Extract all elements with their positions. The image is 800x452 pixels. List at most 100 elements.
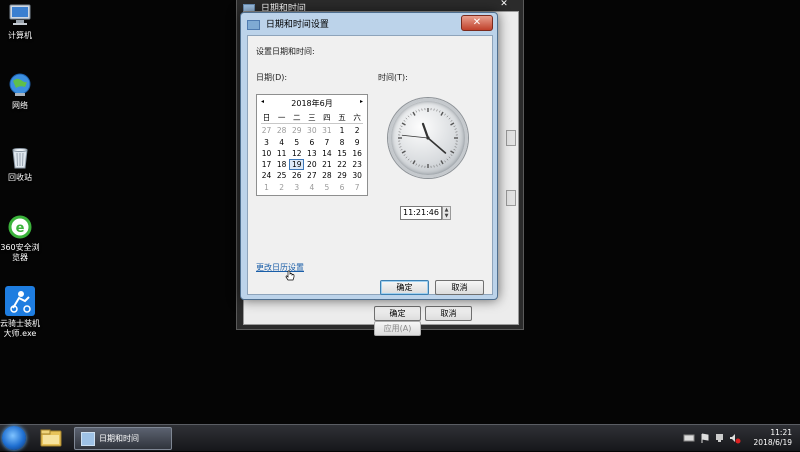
- calendar-day[interactable]: 9: [350, 137, 365, 148]
- calendar-day[interactable]: 11: [274, 148, 289, 159]
- cancel-button[interactable]: 取消: [425, 306, 472, 321]
- calendar-day[interactable]: 7: [319, 137, 334, 148]
- calendar-day[interactable]: 10: [259, 148, 274, 159]
- calendar-day[interactable]: 31: [319, 125, 334, 136]
- weekday-header: 二: [289, 112, 304, 123]
- network-icon[interactable]: [716, 434, 723, 442]
- calendar-day[interactable]: 30: [350, 170, 365, 181]
- calendar-day[interactable]: 23: [350, 159, 365, 170]
- analog-clock: [388, 98, 468, 178]
- clock-minute-tick: [404, 120, 406, 121]
- volume-muted-icon[interactable]: [730, 434, 741, 444]
- desktop-icon-yunqishi[interactable]: 云骑士装机大师.exe: [0, 286, 40, 339]
- calendar-day[interactable]: 4: [304, 182, 319, 193]
- calendar-day[interactable]: 25: [274, 170, 289, 181]
- window-button-bar: 确定取消应用(A): [374, 306, 518, 336]
- desktop-icon-network[interactable]: 网络: [0, 72, 40, 111]
- change-calendar-settings-link[interactable]: 更改日历设置: [256, 262, 304, 273]
- calendar-day[interactable]: 6: [334, 182, 349, 193]
- desktop-icon-360-browser[interactable]: e 360安全浏览器: [0, 214, 40, 263]
- calendar-day[interactable]: 29: [334, 170, 349, 181]
- taskbar-item-date-time[interactable]: 日期和时间: [74, 427, 172, 450]
- calendar-day[interactable]: 20: [304, 159, 319, 170]
- clock-minute-tick: [410, 161, 411, 163]
- date-time-app-icon: [81, 432, 95, 446]
- calendar-day[interactable]: 2: [274, 182, 289, 193]
- calendar-day[interactable]: 2: [350, 125, 365, 136]
- calendar-day[interactable]: 21: [319, 159, 334, 170]
- tray-clock[interactable]: 11:21 2018/6/19: [754, 428, 792, 448]
- calendar-day[interactable]: 4: [274, 137, 289, 148]
- weekday-header: 六: [350, 112, 365, 123]
- ok-button[interactable]: 确定: [380, 280, 429, 295]
- calendar-divider: [261, 123, 363, 124]
- time-input[interactable]: 11:21:46: [400, 206, 442, 220]
- start-orb-icon[interactable]: [2, 426, 26, 450]
- calendar-day[interactable]: 27: [259, 125, 274, 136]
- calendar-day[interactable]: 3: [289, 182, 304, 193]
- calendar-day[interactable]: 17: [259, 159, 274, 170]
- clock-minute-tick: [399, 147, 401, 148]
- calendar-day[interactable]: 30: [304, 125, 319, 136]
- calendar-day[interactable]: 28: [319, 170, 334, 181]
- calendar-day[interactable]: 1: [334, 125, 349, 136]
- spin-down-icon[interactable]: ▼: [443, 213, 450, 219]
- change-timezone-button-partial[interactable]: [506, 190, 516, 206]
- calendar-month-title[interactable]: 2018年6月: [257, 98, 367, 109]
- flag-icon[interactable]: [702, 434, 708, 443]
- date-time-settings-dialog: 日期和时间设置 ✕ 设置日期和时间: 日期(D): 时间(T): ◂ 2018年…: [240, 12, 498, 300]
- calendar: ◂ 2018年6月 ▸ 日一二三四五六272829303112345678910…: [256, 94, 368, 196]
- calendar-day[interactable]: 28: [274, 125, 289, 136]
- clock-minute-tick: [449, 157, 450, 158]
- clock-minute-tick: [416, 111, 417, 113]
- calendar-day[interactable]: 26: [289, 170, 304, 181]
- calendar-day[interactable]: 29: [289, 125, 304, 136]
- calendar-week-row: 1234567: [259, 182, 365, 193]
- close-icon[interactable]: ✕: [493, 0, 515, 9]
- clock-minute-tick: [401, 126, 403, 127]
- dialog-heading: 设置日期和时间:: [256, 46, 315, 57]
- clock-minute-tick: [399, 129, 401, 130]
- calendar-day[interactable]: 16: [350, 148, 365, 159]
- file-explorer-icon[interactable]: [36, 427, 66, 449]
- clock-minute-tick: [406, 118, 407, 119]
- calendar-day[interactable]: 22: [334, 159, 349, 170]
- calendar-day[interactable]: 14: [319, 148, 334, 159]
- calendar-day[interactable]: 27: [304, 170, 319, 181]
- clock-minute-tick: [447, 159, 448, 160]
- taskbar: 日期和时间 11:21 2018/6/19: [0, 424, 800, 451]
- calendar-day[interactable]: 5: [319, 182, 334, 193]
- apply-button[interactable]: 应用(A): [374, 321, 421, 336]
- clock-minute-tick: [408, 116, 409, 117]
- desktop-icon-computer[interactable]: 计算机: [0, 2, 40, 41]
- calendar-day[interactable]: 24: [259, 170, 274, 181]
- calendar-day-selected[interactable]: 19: [289, 159, 304, 170]
- computer-icon: [7, 2, 33, 28]
- cancel-button[interactable]: 取消: [435, 280, 484, 295]
- next-month-arrow-icon[interactable]: ▸: [360, 98, 363, 105]
- time-label: 时间(T):: [378, 72, 408, 83]
- change-button-partial[interactable]: [506, 130, 516, 146]
- close-icon[interactable]: ✕: [461, 15, 493, 31]
- calendar-day[interactable]: 15: [334, 148, 349, 159]
- date-time-app-icon: [247, 20, 260, 30]
- desktop-icon-recycle-bin[interactable]: 回收站: [0, 144, 40, 183]
- calendar-day[interactable]: 8: [334, 137, 349, 148]
- calendar-day[interactable]: 1: [259, 182, 274, 193]
- keyboard-icon[interactable]: [684, 435, 694, 441]
- clock-minute-tick: [451, 154, 453, 155]
- calendar-day[interactable]: 5: [289, 137, 304, 148]
- weekday-header: 四: [319, 112, 334, 123]
- calendar-day[interactable]: 3: [259, 137, 274, 148]
- time-spinner[interactable]: ▲ ▼: [442, 206, 451, 220]
- calendar-day[interactable]: 18: [274, 159, 289, 170]
- calendar-day[interactable]: 6: [304, 137, 319, 148]
- clock-center: [426, 136, 429, 139]
- ok-button[interactable]: 确定: [374, 306, 421, 321]
- calendar-day[interactable]: 7: [350, 182, 365, 193]
- yunqishi-rider-icon: [5, 286, 35, 316]
- desktop-icon-label: 网络: [0, 101, 40, 111]
- calendar-day[interactable]: 13: [304, 148, 319, 159]
- calendar-day[interactable]: 12: [289, 148, 304, 159]
- clock-hour-tick: [441, 112, 443, 115]
